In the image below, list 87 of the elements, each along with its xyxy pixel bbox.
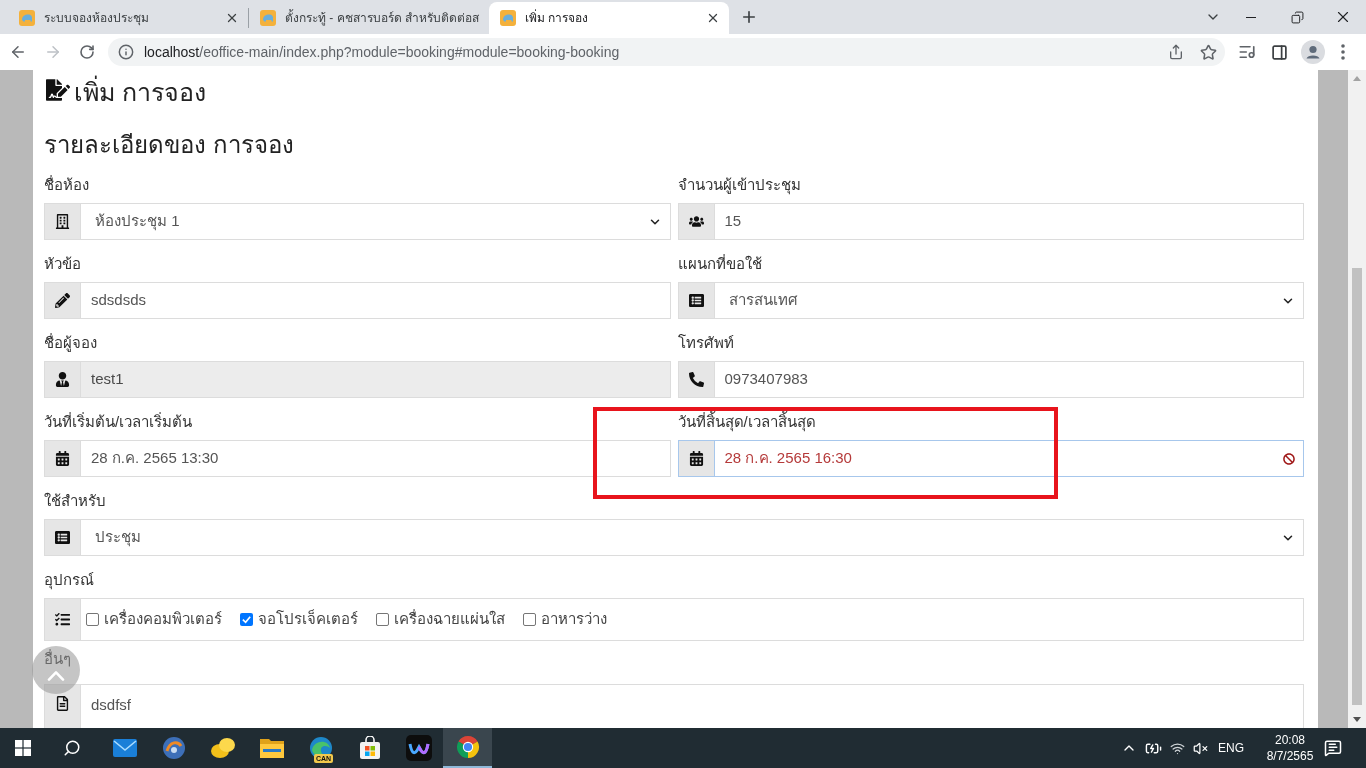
field-label: จำนวนผู้เข้าประชุม [677, 175, 801, 195]
page-title: เพิ่ม การจอง [74, 70, 206, 110]
building-icon [55, 214, 70, 229]
profile-avatar-icon [1301, 40, 1325, 64]
date-field[interactable]: 28 ก.ค. 2565 13:30 [80, 440, 671, 477]
calendar-icon [55, 451, 70, 466]
close-icon [225, 11, 239, 25]
browser-tab[interactable]: เพิ่ม การจอง [489, 2, 729, 34]
text-field[interactable]: sdsdsds [80, 282, 671, 319]
field-label: หัวข้อ [44, 254, 81, 274]
select-field[interactable]: ประชุม [80, 519, 1304, 556]
field-label: อื่นๆ [44, 649, 71, 669]
scroll-down-icon [1353, 717, 1361, 722]
scroll-up-icon [1353, 76, 1361, 81]
arrow-right-icon [44, 43, 62, 61]
blob-app-icon [209, 737, 236, 759]
language-indicator[interactable]: ENG [1211, 739, 1251, 757]
document-icon [55, 696, 70, 711]
share-icon [1168, 44, 1184, 60]
site-favicon-icon [19, 10, 35, 26]
folder-icon [259, 738, 284, 758]
list-icon [55, 530, 70, 545]
site-favicon-icon [260, 10, 276, 26]
pencil-icon [55, 293, 70, 308]
shopping-bag-icon [357, 736, 382, 760]
wifi-icon [1169, 740, 1185, 756]
select-field[interactable]: ห้องประชุม 1 [80, 203, 671, 240]
volume-muted-icon [1192, 740, 1208, 756]
clock-time[interactable]: 20:08 [1275, 732, 1305, 748]
users-icon [688, 214, 704, 229]
scrollbar-thumb[interactable] [1352, 268, 1362, 705]
round-browser-icon [455, 735, 480, 759]
field-label: วันที่สิ้นสุด/เวลาสิ้นสุด [677, 412, 816, 432]
address-bar[interactable]: localhost/eoffice-main/index.php?module=booking#module=booking-booking [108, 38, 1225, 66]
checkbox[interactable] [240, 613, 253, 626]
chevron-up-icon [47, 671, 65, 681]
list-icon [688, 293, 704, 308]
checkbox-label[interactable]: เครื่องคอมพิวเตอร์ [104, 608, 222, 631]
text-field[interactable]: 15 [713, 203, 1304, 240]
checkbox[interactable] [86, 613, 99, 626]
section-title: รายละเอียดของ การจอง [44, 130, 295, 160]
side-panel-icon [1270, 43, 1288, 61]
notification-icon [1324, 739, 1342, 757]
field-label: วันที่เริ่มต้น/เวลาเริ่มต้น [44, 412, 193, 432]
media-list-icon [1238, 43, 1256, 61]
checkbox[interactable] [523, 613, 536, 626]
checkbox[interactable] [376, 613, 389, 626]
calendar-icon [688, 451, 704, 466]
phone-icon [688, 372, 704, 387]
wave-app-icon [405, 735, 432, 761]
star-icon [1199, 43, 1217, 61]
swirl-app-icon [161, 736, 186, 760]
windows-logo-icon [15, 740, 31, 756]
checkbox-label[interactable]: อาหารว่าง [541, 608, 607, 631]
search-icon [63, 739, 81, 757]
info-icon [118, 44, 134, 60]
checklist-icon [55, 612, 70, 627]
clock-date[interactable]: 8/7/2565 [1266, 748, 1314, 764]
field-label: โทรศัพท์ [677, 333, 734, 353]
plus-icon [740, 8, 758, 26]
browser-tab[interactable]: ระบบจองห้องประชุม [8, 2, 248, 34]
reload-icon [79, 44, 95, 60]
envelope-icon [112, 739, 137, 757]
checkbox-label[interactable]: เครื่องฉายแผ่นใส [394, 608, 505, 631]
field-label: ใช้สำหรับ [44, 491, 106, 511]
close-icon [706, 11, 720, 25]
scrollbar[interactable] [1348, 70, 1366, 728]
field-label: แผนกที่ขอใช้ [677, 254, 762, 274]
taskbar-app[interactable] [443, 728, 492, 768]
date-field[interactable]: 28 ก.ค. 2565 16:30 [713, 440, 1304, 477]
user-tie-icon [55, 372, 70, 387]
checkbox-label[interactable]: จอโปรเจ็คเตอร์ [258, 608, 358, 631]
field-label: อุปกรณ์ [44, 570, 94, 590]
text-field[interactable]: test1 [80, 361, 671, 398]
menu-icon [1341, 44, 1345, 60]
restore-icon [1290, 10, 1304, 24]
error-icon [1283, 452, 1295, 465]
select-field[interactable]: สารสนเทศ [713, 282, 1304, 319]
field-label: ชื่อห้อง [44, 175, 89, 195]
field-label: ชื่อผู้จอง [44, 333, 97, 353]
minimize-icon [1246, 16, 1256, 18]
textarea-field[interactable]: dsdfsf [80, 684, 1304, 728]
text-field[interactable]: 0973407983 [713, 361, 1304, 398]
site-favicon-icon [500, 10, 516, 26]
file-signature-icon [46, 78, 70, 102]
scroll-top-button[interactable] [32, 646, 80, 694]
profile-button[interactable] [1299, 38, 1327, 66]
